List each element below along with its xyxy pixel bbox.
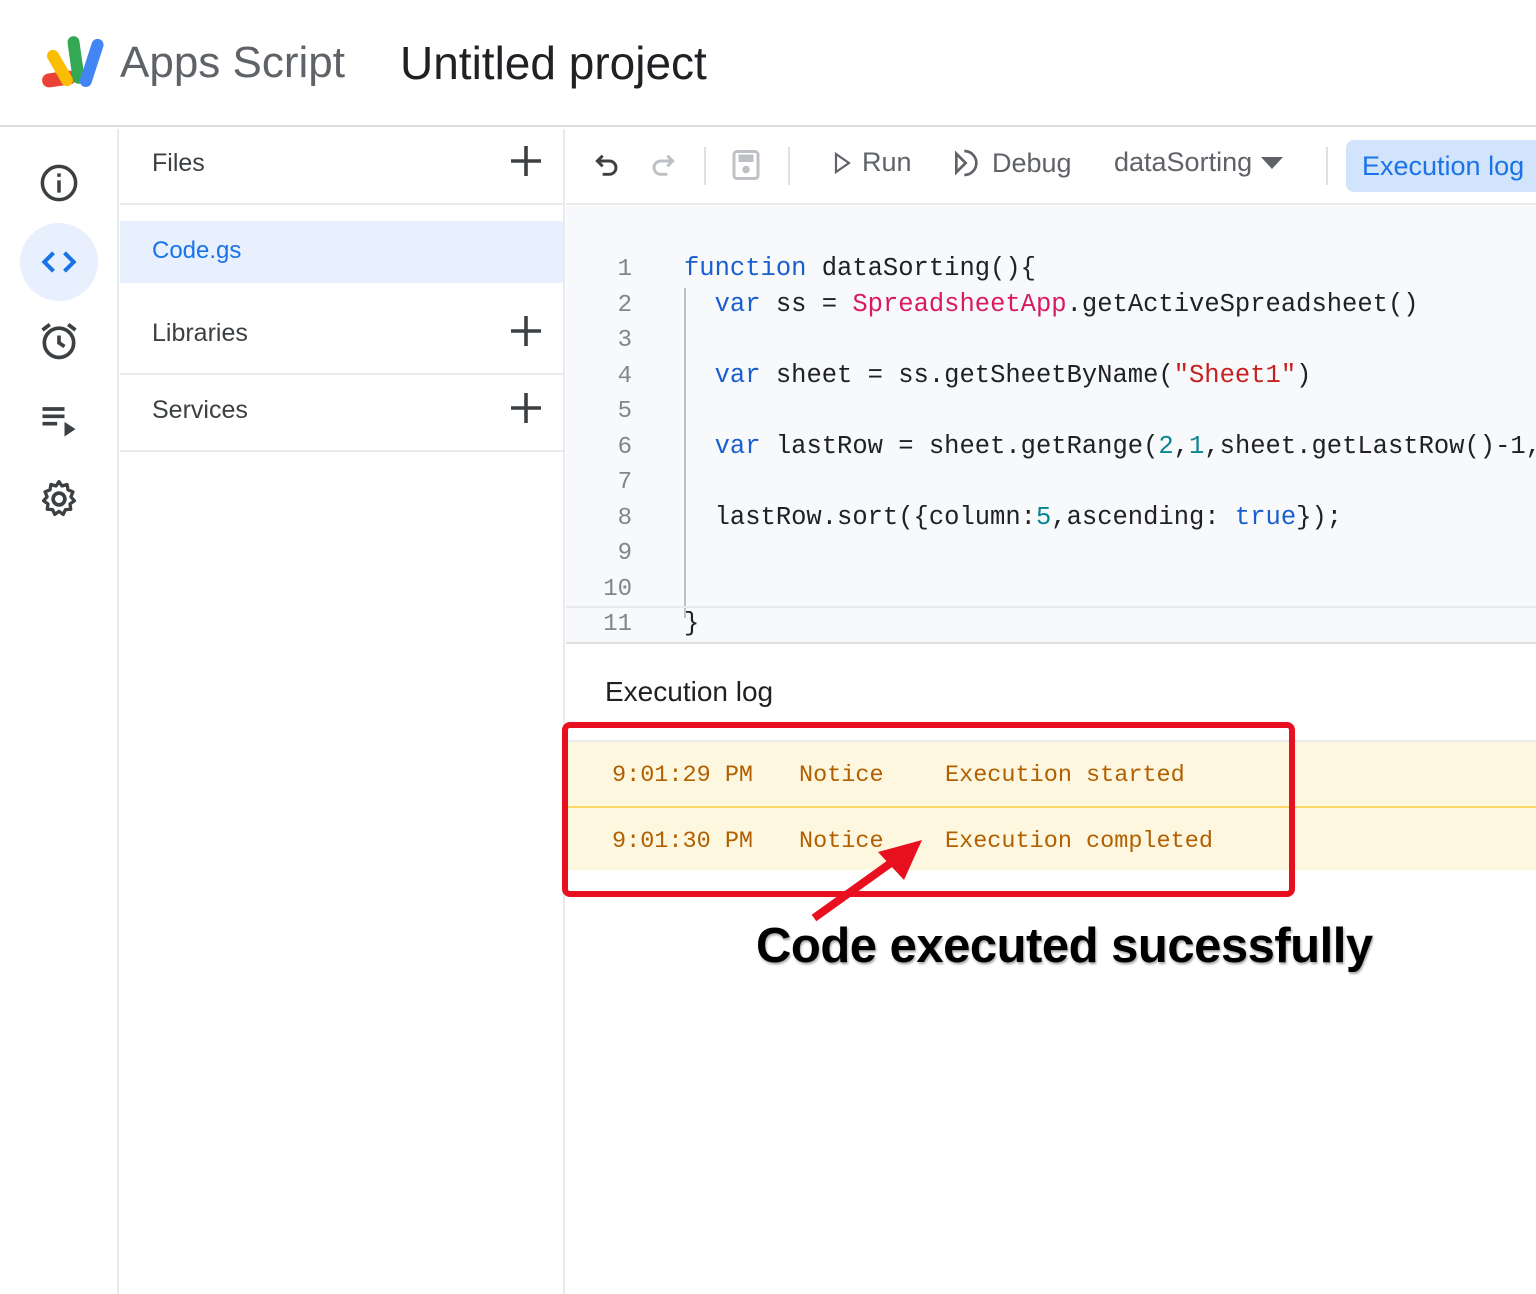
line-number: 6 bbox=[617, 433, 632, 461]
run-button[interactable]: Run bbox=[830, 147, 912, 178]
code-token: sheet = ss.getSheetByName( bbox=[760, 360, 1174, 390]
code-token: lastRow = sheet.getRange( bbox=[760, 431, 1159, 461]
code-icon bbox=[41, 251, 77, 273]
line-number: 3 bbox=[617, 327, 632, 354]
libraries-label: Libraries bbox=[152, 319, 248, 347]
code-token: } bbox=[684, 609, 700, 638]
save-icon[interactable] bbox=[728, 147, 764, 183]
gear-icon bbox=[41, 479, 77, 517]
line-number: 2 bbox=[617, 291, 632, 319]
play-icon bbox=[834, 151, 851, 174]
code-token: dataSorting(){ bbox=[806, 254, 1036, 283]
code-token: function bbox=[684, 254, 807, 283]
add-file-icon[interactable] bbox=[508, 143, 544, 179]
code-token: , bbox=[1173, 431, 1190, 461]
line-number: 5 bbox=[617, 398, 632, 425]
toolbar-divider bbox=[1326, 147, 1328, 185]
execution-log-title: Execution log bbox=[605, 676, 774, 707]
debug-label: Debug bbox=[992, 147, 1072, 178]
code-line: } bbox=[684, 609, 699, 638]
code-token: SpreadsheetApp bbox=[852, 289, 1067, 319]
app-name: Apps Script bbox=[120, 38, 345, 87]
overview-button[interactable] bbox=[20, 144, 98, 222]
files-section: Files bbox=[120, 129, 563, 205]
code-token: .getActiveSpreadsheet() bbox=[1066, 289, 1419, 319]
code-token: ,ascending: bbox=[1051, 502, 1235, 532]
apps-script-logo[interactable] bbox=[40, 34, 108, 92]
code-token: "Sheet1" bbox=[1173, 360, 1297, 390]
file-item-code-gs[interactable]: Code.gs bbox=[120, 221, 563, 283]
code-token: var bbox=[714, 431, 761, 461]
toolbar-divider bbox=[704, 147, 706, 185]
code-token: ss = bbox=[760, 289, 853, 319]
code-token: ) bbox=[1296, 360, 1312, 390]
executions-button[interactable] bbox=[20, 381, 98, 459]
code-line: function dataSorting(){ bbox=[684, 254, 1036, 283]
code-token: 1 bbox=[1189, 431, 1205, 461]
libraries-section: Libraries bbox=[120, 299, 563, 375]
code-editor[interactable]: 1 function dataSorting(){ 2 var ss = Sprea… bbox=[566, 206, 1536, 644]
debug-icon bbox=[955, 149, 978, 177]
files-label: Files bbox=[152, 149, 205, 177]
alarm-clock-icon bbox=[41, 323, 77, 360]
services-label: Services bbox=[152, 396, 248, 424]
line-number: 1 bbox=[617, 256, 632, 283]
line-number: 7 bbox=[617, 469, 632, 496]
triggers-button[interactable] bbox=[20, 302, 98, 380]
services-section: Services bbox=[120, 376, 563, 452]
add-library-icon[interactable] bbox=[508, 313, 544, 349]
line-number: 4 bbox=[617, 362, 632, 390]
toolbar-divider bbox=[788, 147, 790, 185]
executions-icon bbox=[42, 407, 76, 437]
current-line-highlight bbox=[566, 606, 1536, 608]
function-select[interactable]: dataSorting bbox=[1114, 147, 1284, 178]
redo-icon[interactable] bbox=[646, 149, 678, 181]
undo-icon[interactable] bbox=[592, 149, 624, 181]
code-line: var sheet = ss.getSheetByName("Sheet1") bbox=[684, 360, 1312, 390]
execution-log-button[interactable]: Execution log bbox=[1346, 140, 1536, 192]
line-number: 10 bbox=[603, 575, 632, 603]
settings-button[interactable] bbox=[20, 460, 98, 538]
code-token: 5 bbox=[1035, 502, 1052, 532]
code-token: var bbox=[714, 360, 761, 390]
editor-toolbar: Run Debug dataSorting Execution log bbox=[566, 129, 1536, 205]
code-token: ,sheet.getLastRow()-1, bbox=[1204, 431, 1536, 461]
code-token: }); bbox=[1296, 502, 1343, 532]
files-panel: Files Code.gs Libraries Services bbox=[120, 129, 565, 1294]
debug-button[interactable]: Debug bbox=[950, 147, 1072, 179]
run-label: Run bbox=[862, 147, 912, 177]
code-line: lastRow.sort({column:5,ascending: true})… bbox=[684, 503, 1342, 532]
left-nav-rail bbox=[0, 129, 119, 1294]
code-line: var lastRow = sheet.getRange(2,1,sheet.g… bbox=[684, 432, 1536, 461]
line-number: 11 bbox=[603, 611, 632, 638]
annotation-arrow bbox=[811, 840, 922, 922]
code-token: true bbox=[1234, 502, 1297, 532]
caret-down-icon bbox=[1261, 156, 1284, 169]
code-token: lastRow.sort({column: bbox=[684, 502, 1036, 532]
add-service-icon[interactable] bbox=[508, 390, 544, 426]
annotation-text: Code executed sucessfully bbox=[756, 919, 1373, 973]
info-icon bbox=[40, 164, 78, 202]
code-line: var ss = SpreadsheetApp.getActiveSpreads… bbox=[684, 290, 1419, 319]
line-number: 9 bbox=[617, 540, 632, 567]
code-token: 2 bbox=[1158, 431, 1174, 461]
app-header: Apps Script Untitled project bbox=[0, 0, 1536, 127]
project-title[interactable]: Untitled project bbox=[400, 36, 707, 90]
editor-button[interactable] bbox=[20, 223, 98, 301]
function-select-value: dataSorting bbox=[1114, 147, 1253, 177]
line-number: 8 bbox=[617, 504, 632, 532]
code-token: var bbox=[714, 289, 761, 319]
